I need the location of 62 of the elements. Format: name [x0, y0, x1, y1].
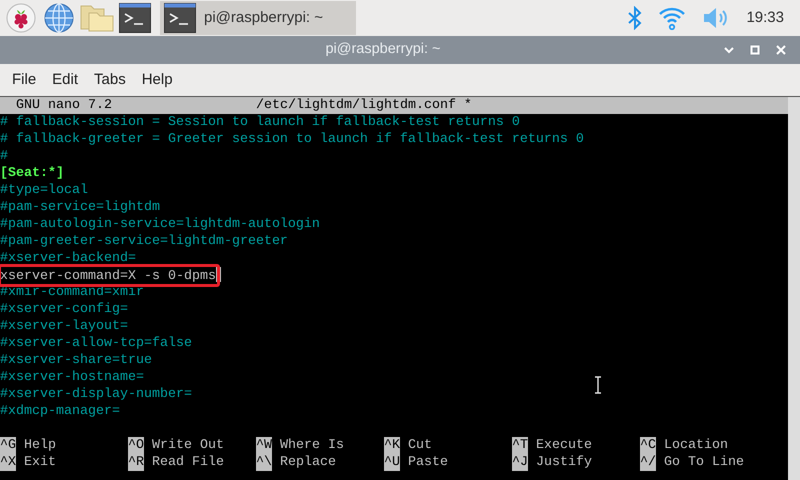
shortcut-label: Justify [536, 454, 592, 471]
code-line: #pam-greeter-service=lightdm-greeter [0, 234, 288, 249]
shortcut-key: ^\ [256, 454, 272, 471]
code-line: #xserver-config= [0, 302, 128, 317]
shortcut-key: ^T [512, 437, 528, 454]
code-line: #xdmcp-manager= [0, 404, 120, 419]
square-icon [750, 45, 760, 55]
folder-icon[interactable] [80, 4, 114, 32]
shortcut-key: ^G [0, 437, 16, 454]
code-line: #xmir-command=xmir [0, 285, 144, 300]
window-title: pi@raspberrypi: ~ [325, 40, 441, 60]
code-line: #xserver-allow-tcp=false [0, 336, 192, 351]
shortcut-label: Write Out [152, 437, 224, 454]
shortcut-label: Cut [408, 437, 432, 454]
bluetooth-icon[interactable] [628, 6, 642, 30]
shortcut-key: ^K [384, 437, 400, 454]
code-line: #xserver-display-number= [0, 387, 192, 402]
code-line: xserver-command=X -s 0-dpms [0, 269, 216, 284]
terminal-icon[interactable] [119, 3, 151, 33]
shortcut-label: Read File [152, 454, 224, 471]
menu-item[interactable]: File [4, 64, 44, 96]
wifi-icon[interactable] [658, 6, 686, 30]
taskbar-button[interactable]: pi@raspberrypi: ~ [160, 1, 356, 35]
code-line: # fallback-session = Session to launch if fallback-test returns 0 [0, 115, 520, 130]
shortcut-label: Where Is [280, 437, 344, 454]
code-line: #type=local [0, 183, 88, 198]
shortcut-key: ^O [128, 437, 144, 454]
close-icon [776, 45, 786, 55]
code-line: #xserver-layout= [0, 319, 128, 334]
code-line: # [0, 149, 8, 164]
code-line: # fallback-greeter = Greeter session to launch if fallback-test returns 0 [0, 132, 584, 147]
file-name: /etc/lightdm/lightdm.conf * [256, 97, 472, 114]
chevron-down-icon [724, 46, 734, 54]
shortcut-key: ^C [640, 437, 656, 454]
shortcut-key: ^X [0, 454, 16, 471]
globe-icon[interactable] [44, 3, 74, 33]
shortcut-label: Replace [280, 454, 336, 471]
shortcut-key: ^J [512, 454, 528, 471]
code-line: #pam-autologin-service=lightdm-autologin [0, 217, 320, 232]
code-line: [Seat:*] [0, 166, 64, 181]
mouse-pointer-icon [594, 376, 602, 394]
shortcut-label: Paste [408, 454, 448, 471]
code-line: #xserver-backend= [0, 251, 136, 266]
terminal-icon[interactable] [164, 3, 196, 33]
menu-item[interactable]: Help [134, 64, 181, 96]
editor-app-name: GNU nano 7.2 [14, 97, 112, 114]
shortcut-label: Help [24, 437, 56, 454]
code-line: #pam-service=lightdm [0, 200, 160, 215]
raspberry-icon[interactable] [6, 3, 36, 33]
shortcut-label: Location [664, 437, 728, 454]
menu-item[interactable]: Tabs [86, 64, 134, 96]
menu-item[interactable]: Edit [44, 64, 86, 96]
shortcut-key: ^U [384, 454, 400, 471]
shortcut-key: ^/ [640, 454, 656, 471]
shortcut-key: ^R [128, 454, 144, 471]
clock-time: 19:33 [746, 8, 784, 28]
code-line: #xserver-hostname= [0, 370, 144, 385]
shortcut-label: Execute [536, 437, 592, 454]
shortcut-label: Exit [24, 454, 56, 471]
code-line: #xserver-share=true [0, 353, 152, 368]
shortcut-key: ^W [256, 437, 272, 454]
shortcut-label: Go To Line [664, 454, 744, 471]
